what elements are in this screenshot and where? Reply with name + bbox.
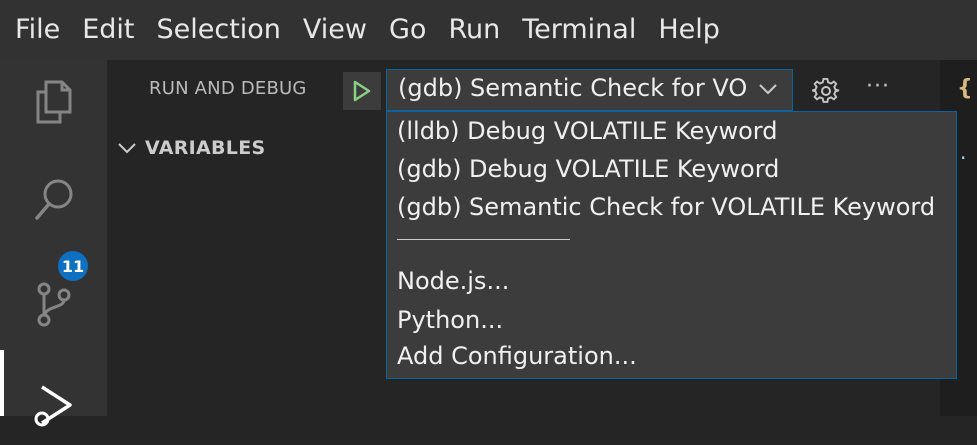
config-option-gdb-semantic-check[interactable]: (gdb) Semantic Check for VOLATILE Keywor… xyxy=(397,191,935,223)
active-indicator xyxy=(0,350,4,416)
selected-config-label: (gdb) Semantic Check for VOLATILE Keywor… xyxy=(398,74,748,102)
source-control-badge: 11 xyxy=(56,249,90,283)
menu-bar: File Edit Selection View Go Run Terminal… xyxy=(0,0,977,60)
menu-view[interactable]: View xyxy=(293,0,379,60)
config-option-lldb-debug[interactable]: (lldb) Debug VOLATILE Keyword xyxy=(397,115,777,147)
config-dropdown-list: (lldb) Debug VOLATILE Keyword (gdb) Debu… xyxy=(386,111,957,379)
variables-section-header[interactable]: VARIABLES xyxy=(117,137,265,159)
menu-help[interactable]: Help xyxy=(648,0,732,60)
start-debugging-button[interactable] xyxy=(343,72,381,110)
menu-run[interactable]: Run xyxy=(438,0,512,60)
chevron-down-icon xyxy=(118,143,136,154)
config-option-nodejs[interactable]: Node.js... xyxy=(397,265,509,297)
explorer-icon[interactable] xyxy=(0,62,107,142)
source-control-icon[interactable] xyxy=(0,265,107,345)
menu-file[interactable]: File xyxy=(0,0,72,60)
editor-text-fragment: . xyxy=(960,140,967,164)
run-debug-icon[interactable] xyxy=(0,365,107,445)
dropdown-separator xyxy=(397,239,570,240)
search-icon[interactable] xyxy=(0,160,107,240)
variables-label: VARIABLES xyxy=(145,137,266,159)
add-configuration-option[interactable]: Add Configuration... xyxy=(397,340,637,372)
menu-terminal[interactable]: Terminal xyxy=(512,0,648,60)
gear-icon[interactable] xyxy=(812,77,840,105)
debug-config-select[interactable]: (gdb) Semantic Check for VOLATILE Keywor… xyxy=(386,69,793,111)
config-option-gdb-debug[interactable]: (gdb) Debug VOLATILE Keyword xyxy=(397,153,779,185)
chevron-down-icon xyxy=(759,84,777,95)
more-actions-icon[interactable]: ··· xyxy=(866,74,890,99)
activity-bar xyxy=(0,60,107,427)
menu-go[interactable]: Go xyxy=(379,0,438,60)
run-and-debug-title: RUN AND DEBUG xyxy=(149,78,307,99)
json-brace-icon: { xyxy=(957,76,973,101)
menu-selection[interactable]: Selection xyxy=(146,0,292,60)
config-option-python[interactable]: Python... xyxy=(397,304,503,336)
play-icon xyxy=(353,80,371,102)
menu-edit[interactable]: Edit xyxy=(72,0,146,60)
